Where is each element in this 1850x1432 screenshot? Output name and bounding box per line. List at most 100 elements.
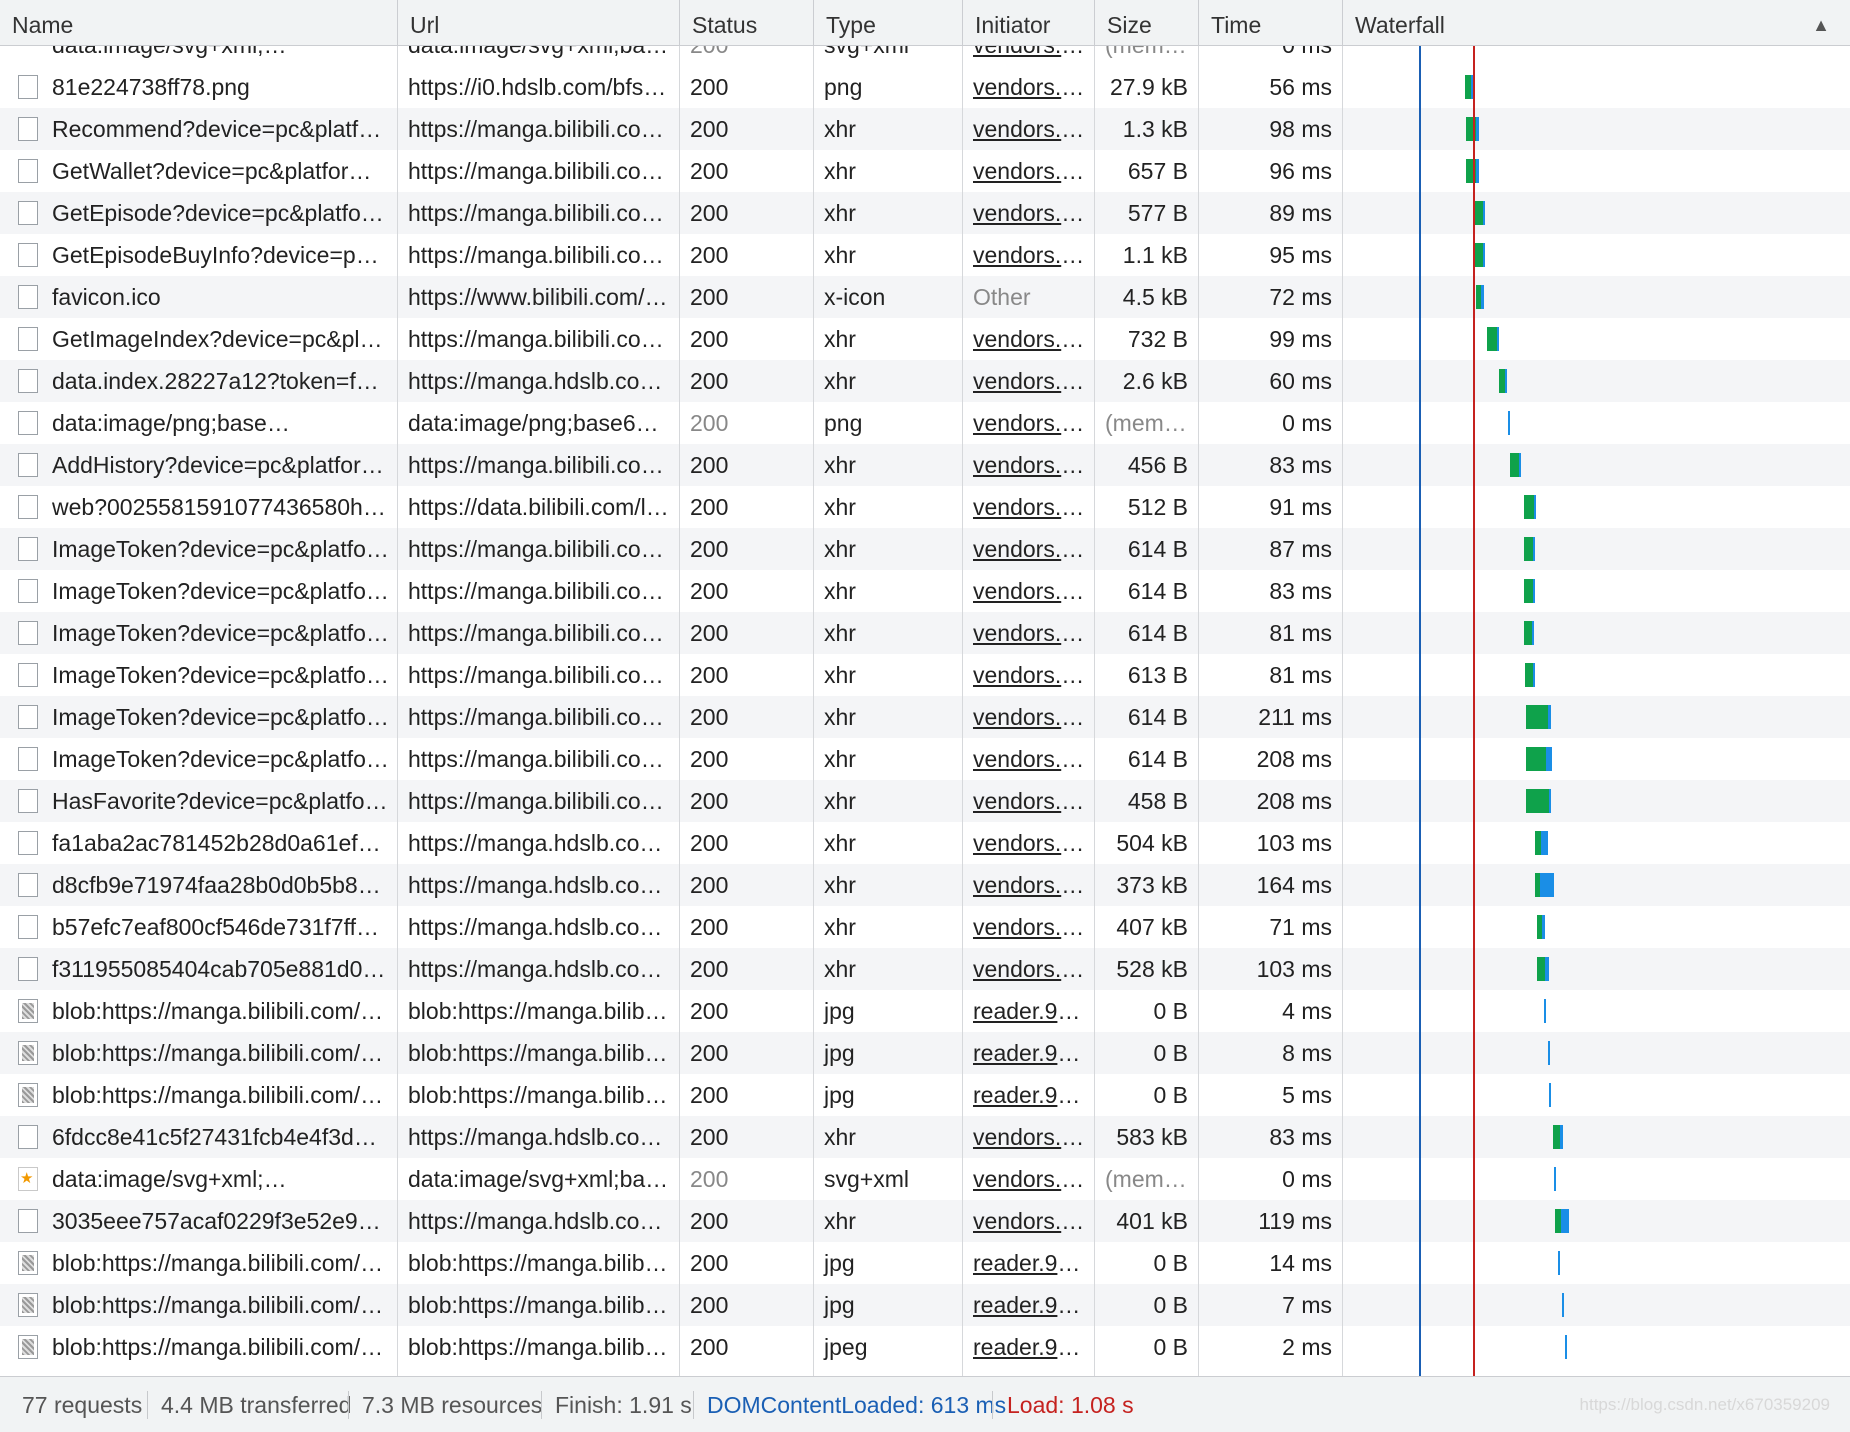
request-initiator[interactable]: vendors.3… <box>962 108 1094 150</box>
waterfall-bar[interactable] <box>1555 1209 1569 1233</box>
table-row[interactable]: HasFavorite?device=pc&platform=… https://… <box>0 780 1850 822</box>
request-initiator[interactable]: vendors.3… <box>962 1200 1094 1242</box>
waterfall-bar[interactable] <box>1508 411 1510 435</box>
table-row[interactable]: blob:https://manga.bilibili.com/e5e… blob… <box>0 1326 1850 1368</box>
waterfall-bar[interactable] <box>1524 621 1534 645</box>
request-initiator[interactable]: vendors.3… <box>962 318 1094 360</box>
table-row[interactable]: b57efc7eaf800cf546de731f7ff2495… https://… <box>0 906 1850 948</box>
table-row[interactable]: blob:https://manga.bilibili.com/e9d… blob… <box>0 1032 1850 1074</box>
waterfall-bar[interactable] <box>1553 1125 1563 1149</box>
column-header-type[interactable]: Type <box>813 0 962 46</box>
waterfall-bar[interactable] <box>1537 957 1549 981</box>
request-initiator[interactable]: reader.9fb… <box>962 990 1094 1032</box>
table-row[interactable]: GetEpisodeBuyInfo?device=pc&pla… https://… <box>0 234 1850 276</box>
table-row[interactable]: blob:https://manga.bilibili.com/98f0… blo… <box>0 1284 1850 1326</box>
table-row[interactable]: data:image/svg+xml;… data:image/svg+xml;b… <box>0 1158 1850 1200</box>
waterfall-bar[interactable] <box>1525 663 1535 687</box>
column-divider[interactable] <box>1342 46 1343 1376</box>
request-initiator[interactable]: reader.9fb… <box>962 1074 1094 1116</box>
waterfall-bar[interactable] <box>1549 1083 1551 1107</box>
waterfall-bar[interactable] <box>1544 999 1546 1023</box>
waterfall-bar[interactable] <box>1474 243 1485 267</box>
waterfall-bar[interactable] <box>1535 873 1554 897</box>
table-row[interactable]: web?0025581591077436580https… https://dat… <box>0 486 1850 528</box>
request-initiator[interactable]: vendors.3… <box>962 780 1094 822</box>
table-row[interactable]: blob:https://manga.bilibili.com/957… blob… <box>0 1074 1850 1116</box>
table-row[interactable]: blob:https://manga.bilibili.com/069… blob… <box>0 990 1850 1032</box>
column-divider[interactable] <box>397 46 398 1376</box>
table-row[interactable]: blob:https://manga.bilibili.com/f0cc… blo… <box>0 1242 1850 1284</box>
column-header-name[interactable]: Name <box>0 0 397 46</box>
table-row[interactable]: 3035eee757acaf0229f3e52e99d95… https://ma… <box>0 1200 1850 1242</box>
request-initiator[interactable]: vendors.3… <box>962 1116 1094 1158</box>
request-initiator[interactable]: reader.9fb… <box>962 1326 1094 1368</box>
request-initiator[interactable]: vendors.3… <box>962 234 1094 276</box>
request-initiator[interactable]: reader.9fb… <box>962 1284 1094 1326</box>
column-divider[interactable] <box>679 46 680 1376</box>
table-row[interactable]: ImageToken?device=pc&platform=… https://m… <box>0 570 1850 612</box>
request-initiator[interactable]: vendors.3… <box>962 864 1094 906</box>
table-row[interactable]: ImageToken?device=pc&platform=… https://m… <box>0 528 1850 570</box>
column-divider[interactable] <box>813 46 814 1376</box>
table-row[interactable]: GetImageIndex?device=pc&platfor… https://… <box>0 318 1850 360</box>
request-initiator[interactable]: reader.9fb… <box>962 1242 1094 1284</box>
waterfall-bar[interactable] <box>1510 453 1521 477</box>
table-row[interactable]: data:image/png;base… data:image/png;base6… <box>0 402 1850 444</box>
waterfall-bar[interactable] <box>1565 1335 1567 1359</box>
waterfall-bar[interactable] <box>1524 537 1535 561</box>
column-divider[interactable] <box>962 46 963 1376</box>
request-initiator[interactable]: vendors.3… <box>962 1158 1094 1200</box>
waterfall-bar[interactable] <box>1524 579 1535 603</box>
table-row[interactable]: AddHistory?device=pc&platform=… https://m… <box>0 444 1850 486</box>
request-initiator[interactable]: vendors.3… <box>962 192 1094 234</box>
waterfall-bar[interactable] <box>1487 327 1499 351</box>
table-row[interactable]: ImageToken?device=pc&platform=… https://m… <box>0 696 1850 738</box>
request-initiator[interactable]: vendors.3… <box>962 402 1094 444</box>
waterfall-bar[interactable] <box>1562 1293 1564 1317</box>
request-initiator[interactable]: vendors.3… <box>962 654 1094 696</box>
waterfall-bar[interactable] <box>1526 705 1551 729</box>
waterfall-bar[interactable] <box>1548 1041 1550 1065</box>
request-initiator[interactable]: vendors.3… <box>962 360 1094 402</box>
waterfall-bar[interactable] <box>1476 285 1484 309</box>
column-divider[interactable] <box>1094 46 1095 1376</box>
table-row[interactable]: 6fdcc8e41c5f27431fcb4e4f3dbee7… https://m… <box>0 1116 1850 1158</box>
request-initiator[interactable]: reader.9fb… <box>962 1032 1094 1074</box>
request-initiator[interactable]: vendors.3… <box>962 570 1094 612</box>
request-initiator[interactable]: vendors.3… <box>962 66 1094 108</box>
request-initiator[interactable]: vendors.3… <box>962 150 1094 192</box>
request-initiator[interactable]: vendors.3… <box>962 612 1094 654</box>
waterfall-bar[interactable] <box>1526 747 1552 771</box>
column-header-status[interactable]: Status <box>679 0 813 46</box>
waterfall-bar[interactable] <box>1558 1251 1560 1275</box>
table-row[interactable]: fa1aba2ac781452b28d0a61ef917c… https://ma… <box>0 822 1850 864</box>
request-initiator[interactable]: vendors.3… <box>962 948 1094 990</box>
request-initiator[interactable]: vendors.3… <box>962 444 1094 486</box>
column-header-initiator[interactable]: Initiator <box>962 0 1094 46</box>
request-initiator[interactable]: vendors.3… <box>962 906 1094 948</box>
request-initiator[interactable]: vendors.3… <box>962 696 1094 738</box>
table-row[interactable]: Recommend?device=pc&platform=… https://ma… <box>0 108 1850 150</box>
column-header-url[interactable]: Url <box>397 0 679 46</box>
table-row[interactable]: GetEpisode?device=pc&platform=… https://m… <box>0 192 1850 234</box>
table-row-partial[interactable]: data:image/svg+xml,… data:image/svg+xml;… <box>0 46 1850 66</box>
waterfall-bar[interactable] <box>1524 495 1536 519</box>
table-row[interactable]: ImageToken?device=pc&platform=… https://m… <box>0 654 1850 696</box>
table-row[interactable]: d8cfb9e71974faa28b0d0b5b88949… https://ma… <box>0 864 1850 906</box>
request-initiator[interactable]: vendors.3… <box>962 822 1094 864</box>
waterfall-bar[interactable] <box>1499 369 1507 393</box>
request-initiator[interactable]: vendors.3… <box>962 486 1094 528</box>
table-row[interactable]: GetWallet?device=pc&platform=web https://… <box>0 150 1850 192</box>
sort-ascending-icon[interactable]: ▲ <box>1812 0 1830 50</box>
table-row[interactable]: ImageToken?device=pc&platform=… https://m… <box>0 738 1850 780</box>
table-row[interactable]: favicon.ico https://www.bilibili.com/fa… 2… <box>0 276 1850 318</box>
column-header-waterfall[interactable]: Waterfall ▲ <box>1342 0 1850 46</box>
table-row[interactable]: ImageToken?device=pc&platform=… https://m… <box>0 612 1850 654</box>
request-initiator[interactable]: vendors.3… <box>962 738 1094 780</box>
column-divider[interactable] <box>1198 46 1199 1376</box>
column-header-size[interactable]: Size <box>1094 0 1198 46</box>
waterfall-bar[interactable] <box>1526 789 1551 813</box>
waterfall-bar[interactable] <box>1535 831 1548 855</box>
waterfall-bar[interactable] <box>1554 1167 1556 1191</box>
table-row[interactable]: f311955085404cab705e881d0a812… https://ma… <box>0 948 1850 990</box>
